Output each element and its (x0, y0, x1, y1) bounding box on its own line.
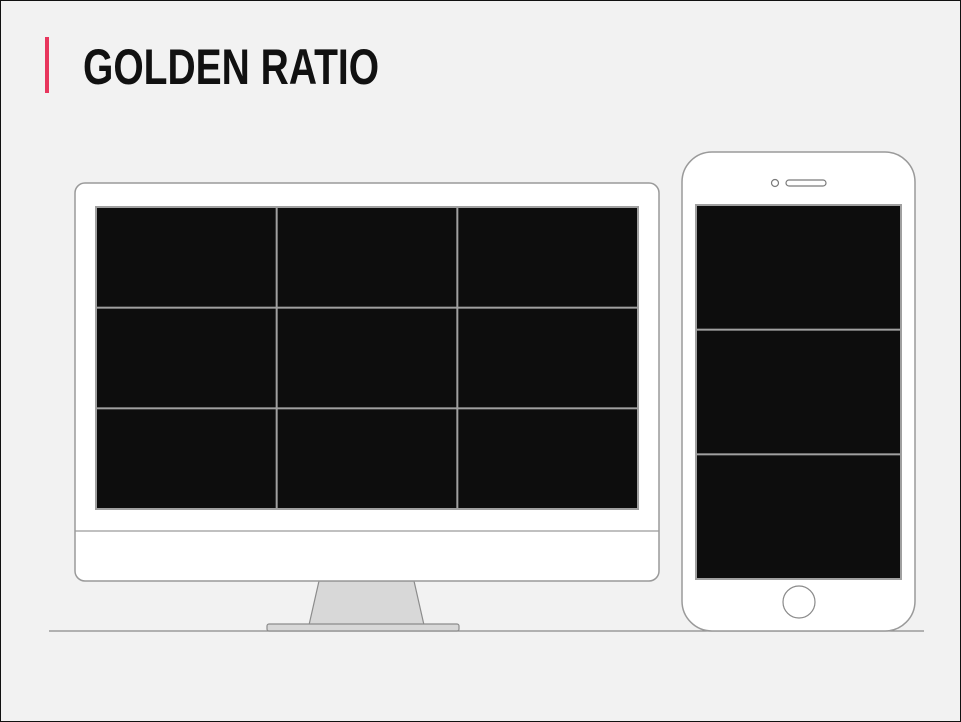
smartphone (681, 151, 916, 632)
screen-panel (277, 208, 457, 307)
screen-panel (697, 330, 900, 454)
screen-panel (697, 206, 900, 329)
phone-screen (695, 204, 902, 580)
screen-panel (97, 208, 276, 307)
desktop-monitor (74, 182, 660, 632)
screen-panel (458, 409, 637, 508)
screen-panel (458, 208, 637, 307)
monitor-stand-base (266, 623, 460, 632)
monitor-stand-neck (308, 580, 425, 626)
screen-panel (277, 308, 457, 408)
slide: GOLDEN RATIO (0, 0, 961, 722)
phone-home-button (782, 585, 816, 619)
screen-panel (458, 308, 637, 408)
screen-panel (277, 409, 457, 508)
screen-panel (697, 455, 900, 578)
monitor-screen (95, 206, 639, 510)
devices-illustration (49, 151, 924, 632)
screen-panel (97, 409, 276, 508)
screen-panel (97, 308, 276, 408)
